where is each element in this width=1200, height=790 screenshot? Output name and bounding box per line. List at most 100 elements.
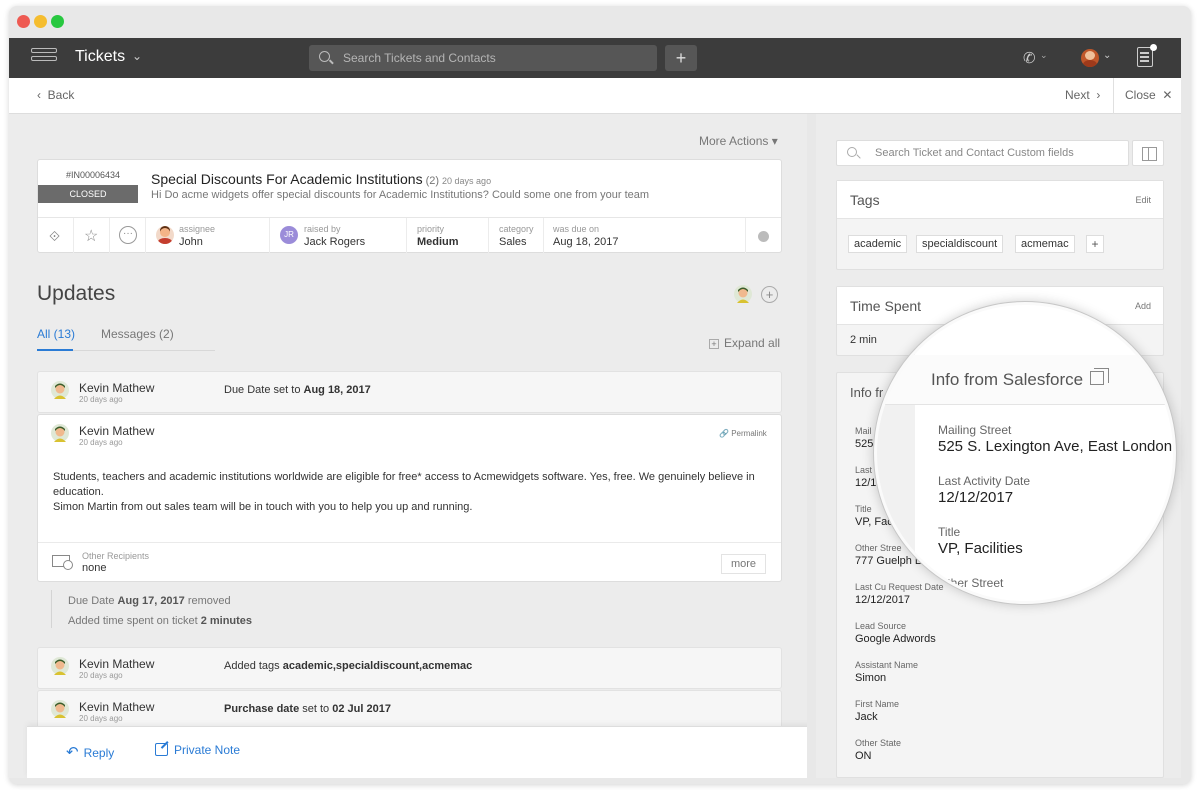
timeline-line	[51, 590, 52, 628]
add-button[interactable]: +	[665, 45, 697, 71]
message-line: Students, teachers and academic institut…	[53, 471, 755, 498]
mag-field-value: 525 S. Lexington Ave, East London	[938, 438, 1173, 455]
tags-edit-button[interactable]: Edit	[1135, 195, 1151, 205]
kevin-avatar	[51, 657, 69, 675]
link-icon: 🔗	[719, 429, 729, 438]
update-row[interactable]: Kevin Mathew 20 days ago Due Date set to…	[37, 371, 782, 413]
assignee-label: assignee	[179, 224, 216, 234]
chevron-down-icon[interactable]: ⌄	[1103, 50, 1111, 61]
private-note-label: Private Note	[174, 743, 241, 757]
user-avatar[interactable]	[1081, 49, 1099, 67]
update-age: 20 days ago	[79, 671, 123, 680]
raised-by-field[interactable]: JR raised by Jack Rogers	[270, 218, 407, 254]
pin-icon: ⟐	[49, 228, 61, 244]
mag-field-label: Mailing Street	[938, 423, 1012, 437]
chevron-down-icon[interactable]: ⌄	[1040, 50, 1048, 61]
global-search-placeholder: Search Tickets and Contacts	[343, 51, 496, 65]
sf-field-value: Jack	[855, 711, 878, 723]
custom-fields-search-input[interactable]: Search Ticket and Contact Custom fields	[836, 140, 1129, 166]
status-badge: CLOSED	[38, 185, 138, 203]
ticket-card: #IN00006434 CLOSED Special Discounts For…	[37, 159, 782, 254]
assignee-field[interactable]: assignee John	[146, 218, 270, 254]
due-date-field[interactable]: was due on Aug 18, 2017	[544, 218, 746, 254]
more-actions-button[interactable]: More Actions ▾	[699, 134, 778, 148]
mag-field-label: Title	[938, 525, 961, 539]
chevron-down-icon[interactable]: ⌄	[132, 49, 142, 63]
category-field[interactable]: category Sales	[489, 218, 544, 254]
priority-label: priority	[417, 224, 445, 234]
add-time-button[interactable]: Add	[1135, 301, 1151, 311]
message-card: Kevin Mathew 20 days ago 🔗 Permalink Stu…	[37, 414, 782, 582]
sf-field-label: Mail	[855, 426, 872, 436]
recipients-label: Other Recipients	[82, 551, 150, 561]
tag-chip[interactable]: academic	[848, 235, 908, 253]
permalink-link[interactable]: 🔗 Permalink	[719, 429, 767, 438]
tag-chip[interactable]: acmemac	[1015, 235, 1075, 253]
sf-field-label: First Name	[855, 699, 900, 709]
expand-all-button[interactable]: + Expand all	[709, 336, 780, 350]
module-title[interactable]: Tickets	[75, 48, 125, 66]
back-button[interactable]: ‹ Back	[37, 88, 74, 102]
expand-icon: +	[709, 339, 719, 349]
updates-title: Updates	[37, 282, 116, 305]
sf-field-value: Simon	[855, 672, 887, 684]
more-options-button[interactable]: ···	[110, 218, 146, 254]
global-search-input[interactable]: Search Tickets and Contacts	[309, 45, 657, 71]
update-text: Added tags academic,specialdiscount,acme…	[224, 660, 472, 672]
sf-field-label: Lead Source	[855, 621, 907, 631]
add-tag-button[interactable]: +	[1086, 235, 1104, 253]
kevin-avatar	[51, 424, 69, 442]
watcher-avatar[interactable]	[734, 285, 752, 303]
update-text-value: academic,specialdiscount,acmemac	[282, 660, 473, 672]
raised-by-avatar: JR	[280, 226, 298, 244]
due-label: was due on	[553, 224, 600, 234]
private-note-button[interactable]: Private Note	[155, 743, 240, 757]
message-footer: Other Recipients none more	[38, 542, 781, 582]
kevin-avatar	[51, 381, 69, 399]
sf-field-label: Other State	[855, 738, 902, 748]
ticket-message-count: (2)	[425, 175, 440, 187]
salesforce-title-zoomed: Info from Salesforce	[931, 370, 1084, 389]
back-label: Back	[47, 88, 75, 102]
window-zoom-dot[interactable]	[51, 15, 64, 28]
activity-item: Added time spent on ticket 2 minutes	[68, 615, 252, 627]
sf-field: Lead Source Google Adwords	[855, 621, 936, 645]
category-label: category	[499, 224, 534, 234]
next-button[interactable]: Next ›	[1065, 88, 1100, 102]
priority-field[interactable]: priority Medium	[407, 218, 489, 254]
mag-field-value: VP, Facilities	[938, 540, 1023, 557]
menu-icon[interactable]	[31, 48, 57, 68]
tab-baseline	[73, 350, 215, 351]
divider	[1113, 78, 1114, 114]
book-icon[interactable]	[1132, 140, 1164, 166]
sf-field: First Name Jack	[855, 699, 899, 723]
activity-prefix: Added time spent on ticket	[68, 615, 201, 627]
zoom-magnifier: Info from Salesforce Mailing Street 525 S…	[874, 302, 1176, 604]
more-button[interactable]: more	[721, 554, 766, 574]
phone-icon[interactable]: ✆	[1023, 49, 1036, 67]
tags-title: Tags	[850, 192, 880, 208]
more-actions-label: More Actions	[699, 134, 769, 148]
tag-chip[interactable]: specialdiscount	[916, 235, 1004, 253]
update-author: Kevin Mathew	[79, 700, 155, 714]
tab-all[interactable]: All (13)	[37, 327, 75, 341]
external-link-icon[interactable]	[1090, 368, 1109, 385]
ticket-id: #IN00006434	[65, 170, 121, 180]
reply-button[interactable]: ↶ Reply	[66, 743, 114, 761]
window-minimize-dot[interactable]	[34, 15, 47, 28]
mag-field: Last Activity Date 12/12/2017	[938, 474, 1030, 506]
active-tab-indicator	[37, 349, 73, 351]
tab-messages[interactable]: Messages (2)	[101, 327, 174, 341]
status-indicator	[758, 231, 769, 242]
close-button[interactable]: Close ✕	[1125, 88, 1172, 102]
add-watcher-button[interactable]: +	[761, 286, 778, 303]
update-row[interactable]: Kevin Mathew 20 days ago Added tags acad…	[37, 647, 782, 689]
custom-fields-search-placeholder: Search Ticket and Contact Custom fields	[875, 147, 1074, 159]
pin-button[interactable]: ⟐	[38, 218, 74, 254]
assignee-avatar	[156, 226, 174, 244]
star-button[interactable]: ☆	[74, 218, 110, 254]
note-icon	[155, 743, 168, 756]
window-close-dot[interactable]	[17, 15, 30, 28]
update-text-field: Purchase date	[224, 703, 300, 715]
ticket-meta-bar: ⟐ ☆ ··· assignee John JR raised by Jack …	[38, 217, 781, 254]
